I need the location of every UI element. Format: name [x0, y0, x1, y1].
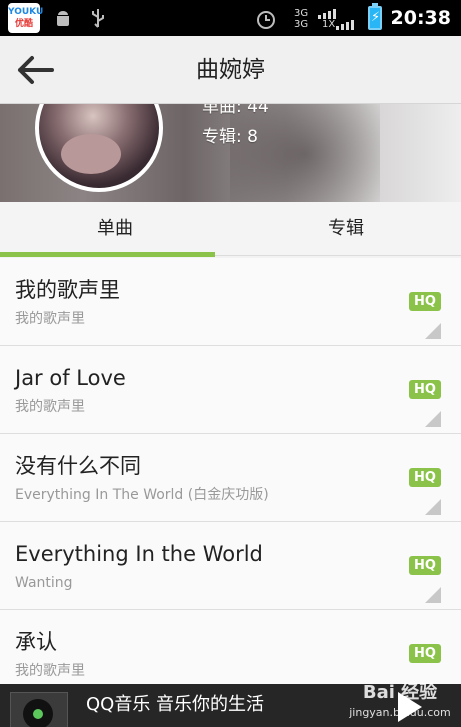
- more-options-corner-icon[interactable]: [425, 323, 441, 339]
- list-item[interactable]: 我的歌声里 我的歌声里 HQ: [0, 258, 461, 346]
- youku-app-icon: YOUKU 优酷: [8, 3, 44, 33]
- hq-badge: HQ: [409, 644, 441, 663]
- hq-badge: HQ: [409, 292, 441, 311]
- song-title: 我的歌声里: [15, 278, 120, 302]
- list-item[interactable]: Everything In the World Wanting HQ: [0, 522, 461, 610]
- song-title: 承认: [15, 630, 57, 654]
- song-album: Everything In The World (白金庆功版): [15, 487, 269, 503]
- network-cdma-indicator: 1X: [322, 6, 342, 32]
- song-album: Wanting: [15, 575, 73, 591]
- artist-avatar: [35, 104, 163, 192]
- artist-banner: 单曲: 44 专辑: 8: [0, 104, 461, 202]
- network-type-label: 3G: [294, 8, 309, 19]
- network-type-label: 1X: [322, 19, 336, 30]
- top-app-bar: 曲婉婷: [0, 36, 461, 104]
- banner-background-image: [230, 104, 380, 202]
- list-item[interactable]: 没有什么不同 Everything In The World (白金庆功版) H…: [0, 434, 461, 522]
- tab-singles[interactable]: 单曲: [0, 202, 230, 256]
- hq-badge: HQ: [409, 380, 441, 399]
- battery-charging-icon: ⚡: [368, 3, 382, 30]
- vinyl-disc-icon: [23, 699, 53, 727]
- more-options-corner-icon[interactable]: [425, 411, 441, 427]
- page-title: 曲婉婷: [196, 57, 265, 83]
- active-tab-indicator: [0, 252, 215, 257]
- youku-logo-text: YOUKU: [8, 7, 44, 17]
- android-debug-icon: [52, 7, 74, 35]
- player-tagline: QQ音乐 音乐你的生活: [86, 694, 265, 715]
- song-title: Jar of Love: [15, 366, 126, 390]
- clock: 20:38: [390, 7, 451, 29]
- tab-bar: 单曲 专辑: [0, 202, 461, 257]
- list-item[interactable]: Jar of Love 我的歌声里 HQ: [0, 346, 461, 434]
- song-album: 我的歌声里: [15, 399, 85, 415]
- song-list: 我的歌声里 我的歌声里 HQ Jar of Love 我的歌声里 HQ 没有什么…: [0, 258, 461, 698]
- singles-count: 单曲: 44: [202, 104, 269, 117]
- alarm-clock-icon: [254, 7, 278, 37]
- song-album: 我的歌声里: [15, 311, 85, 327]
- album-art-thumbnail[interactable]: [10, 692, 68, 727]
- more-options-corner-icon[interactable]: [425, 587, 441, 603]
- baidu-jingyan-watermark: Bai 经验 jingyan.baidu.com: [342, 680, 458, 727]
- network-type-label: 3G: [294, 19, 309, 30]
- hq-badge: HQ: [409, 556, 441, 575]
- watermark-text: Bai 经验: [362, 682, 438, 703]
- hq-badge: HQ: [409, 468, 441, 487]
- watermark-url: jingyan.baidu.com: [349, 706, 451, 719]
- tab-albums[interactable]: 专辑: [231, 202, 461, 256]
- usb-icon: [88, 7, 108, 37]
- more-options-corner-icon[interactable]: [425, 499, 441, 515]
- song-album: 我的歌声里: [15, 663, 85, 679]
- albums-count: 专辑: 8: [202, 127, 258, 147]
- status-bar: YOUKU 优酷 3G 3G 1X ⚡ 20:38: [0, 0, 461, 36]
- song-title: 没有什么不同: [15, 454, 141, 478]
- youku-logo-text-cn: 优酷: [14, 19, 33, 29]
- song-title: Everything In the World: [15, 542, 263, 566]
